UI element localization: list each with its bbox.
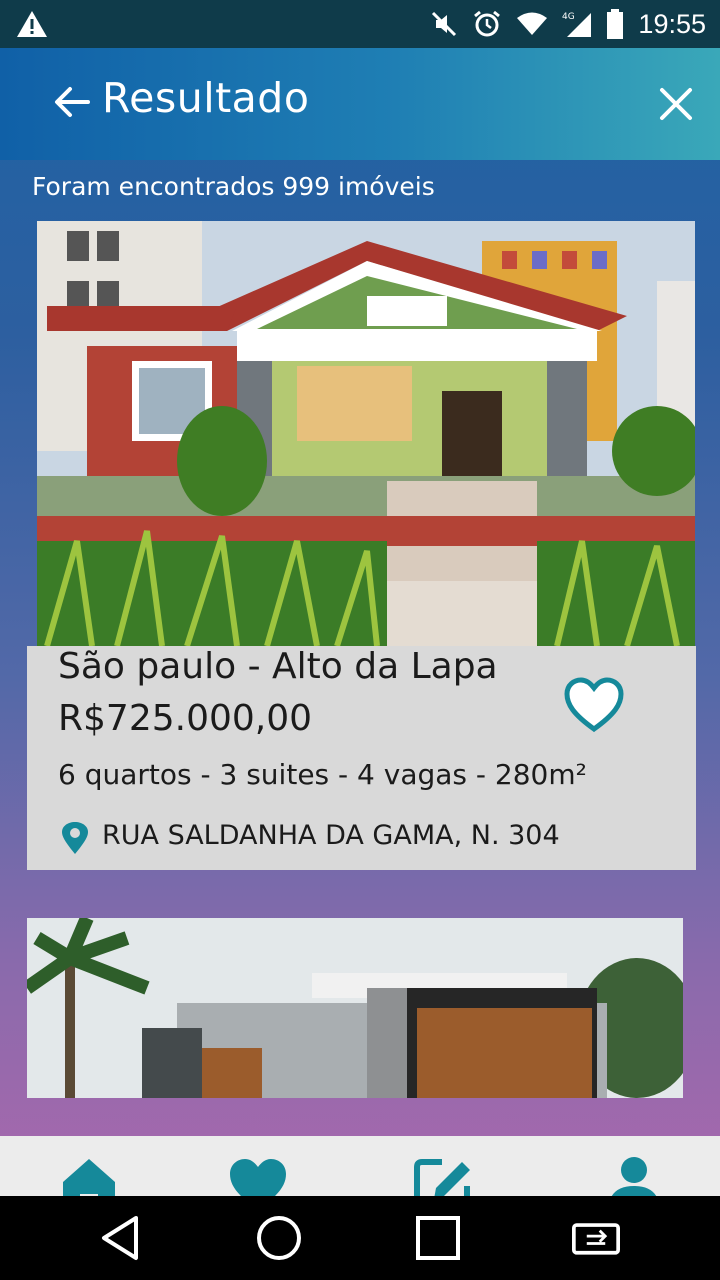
signal-icon: 4G (562, 12, 592, 37)
back-nav-icon[interactable] (98, 1214, 146, 1262)
results-screen: Resultado Foram encontrados 999 imóveis (0, 48, 720, 1196)
listing-address: RUA SALDANHA DA GAMA, N. 304 (102, 820, 560, 851)
app-bar: Resultado (0, 48, 720, 160)
location-pin-icon (62, 822, 88, 854)
mute-icon (432, 11, 457, 37)
house-photo-illustration (37, 221, 695, 646)
listing-photo[interactable] (37, 221, 695, 646)
listing-price: R$725.000,00 (58, 698, 313, 739)
bottom-tab-bar (0, 1136, 720, 1196)
heart-icon[interactable] (227, 1154, 289, 1196)
listing-card[interactable]: São paulo - Alto da Lapa R$725.000,00 6 … (27, 646, 696, 870)
home-nav-icon[interactable] (255, 1214, 303, 1262)
edit-icon[interactable] (412, 1154, 474, 1196)
status-bar: 4G 19:55 (0, 0, 720, 48)
heart-outline-icon[interactable] (563, 676, 625, 734)
warning-icon (17, 11, 47, 37)
rotate-icon[interactable] (572, 1214, 620, 1262)
listing-photo[interactable] (27, 918, 683, 1098)
back-arrow-icon[interactable] (52, 82, 92, 122)
wifi-icon (517, 12, 548, 35)
results-count: Foram encontrados 999 imóveis (32, 172, 435, 201)
alarm-icon (474, 10, 501, 37)
listing-title: São paulo - Alto da Lapa (58, 646, 498, 687)
home-icon[interactable] (58, 1154, 120, 1196)
status-time: 19:55 (638, 8, 706, 39)
close-icon[interactable] (656, 84, 696, 124)
system-nav-bar (0, 1196, 720, 1280)
listing-specs: 6 quartos - 3 suites - 4 vagas - 280m² (58, 758, 587, 791)
recents-nav-icon[interactable] (414, 1214, 462, 1262)
svg-text:4G: 4G (562, 12, 575, 22)
battery-icon (607, 9, 624, 39)
modern-house-photo-illustration (27, 918, 683, 1098)
page-title: Resultado (102, 74, 310, 122)
user-icon[interactable] (603, 1154, 665, 1196)
